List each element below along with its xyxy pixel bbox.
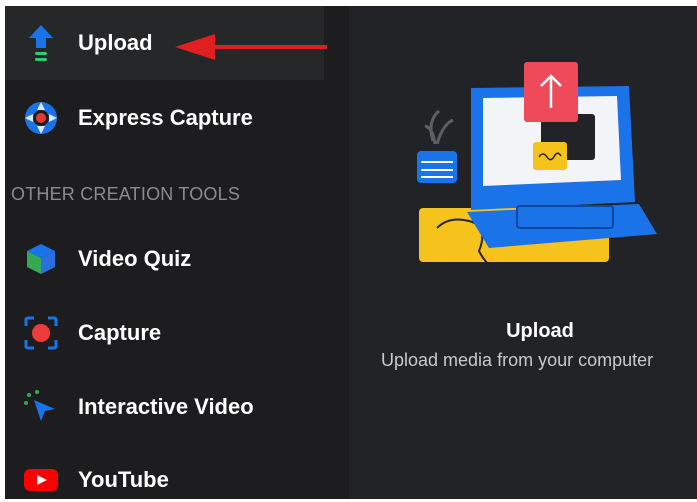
sidebar-item-interactive-video[interactable]: Interactive Video: [5, 370, 324, 444]
preview-subtitle: Upload media from your computer: [381, 350, 654, 370]
upload-illustration: [417, 62, 657, 292]
sidebar-item-capture[interactable]: Capture: [5, 296, 324, 370]
red-arrow-annotation: [175, 34, 327, 60]
app-frame: Upload Express Capture OTHER CREATION TO…: [5, 6, 697, 499]
sidebar-item-label: Capture: [78, 320, 162, 345]
youtube-icon: [21, 460, 61, 499]
sidebar-item-label: Interactive Video: [78, 394, 254, 419]
sidebar-item-video-quiz[interactable]: Video Quiz: [5, 222, 324, 296]
capture-icon: [21, 313, 61, 353]
sidebar-item-youtube[interactable]: YouTube: [5, 443, 324, 499]
sidebar-item-label: Video Quiz: [78, 246, 192, 271]
video-quiz-icon: [21, 239, 61, 279]
preview-panel: Upload Upload media from your computer: [349, 6, 697, 499]
sidebar-item-label: YouTube: [78, 467, 169, 492]
express-capture-icon: [21, 98, 61, 138]
upload-icon: [21, 23, 61, 63]
sidebar-item-label: Express Capture: [78, 105, 253, 130]
sidebar-item-express-capture[interactable]: Express Capture: [5, 81, 324, 155]
section-heading: OTHER CREATION TOOLS: [11, 184, 241, 204]
sidebar-item-label: Upload: [78, 30, 153, 55]
interactive-video-icon: [21, 387, 61, 427]
preview-title: Upload: [506, 320, 574, 342]
sidebar: Upload Express Capture OTHER CREATION TO…: [5, 6, 349, 499]
